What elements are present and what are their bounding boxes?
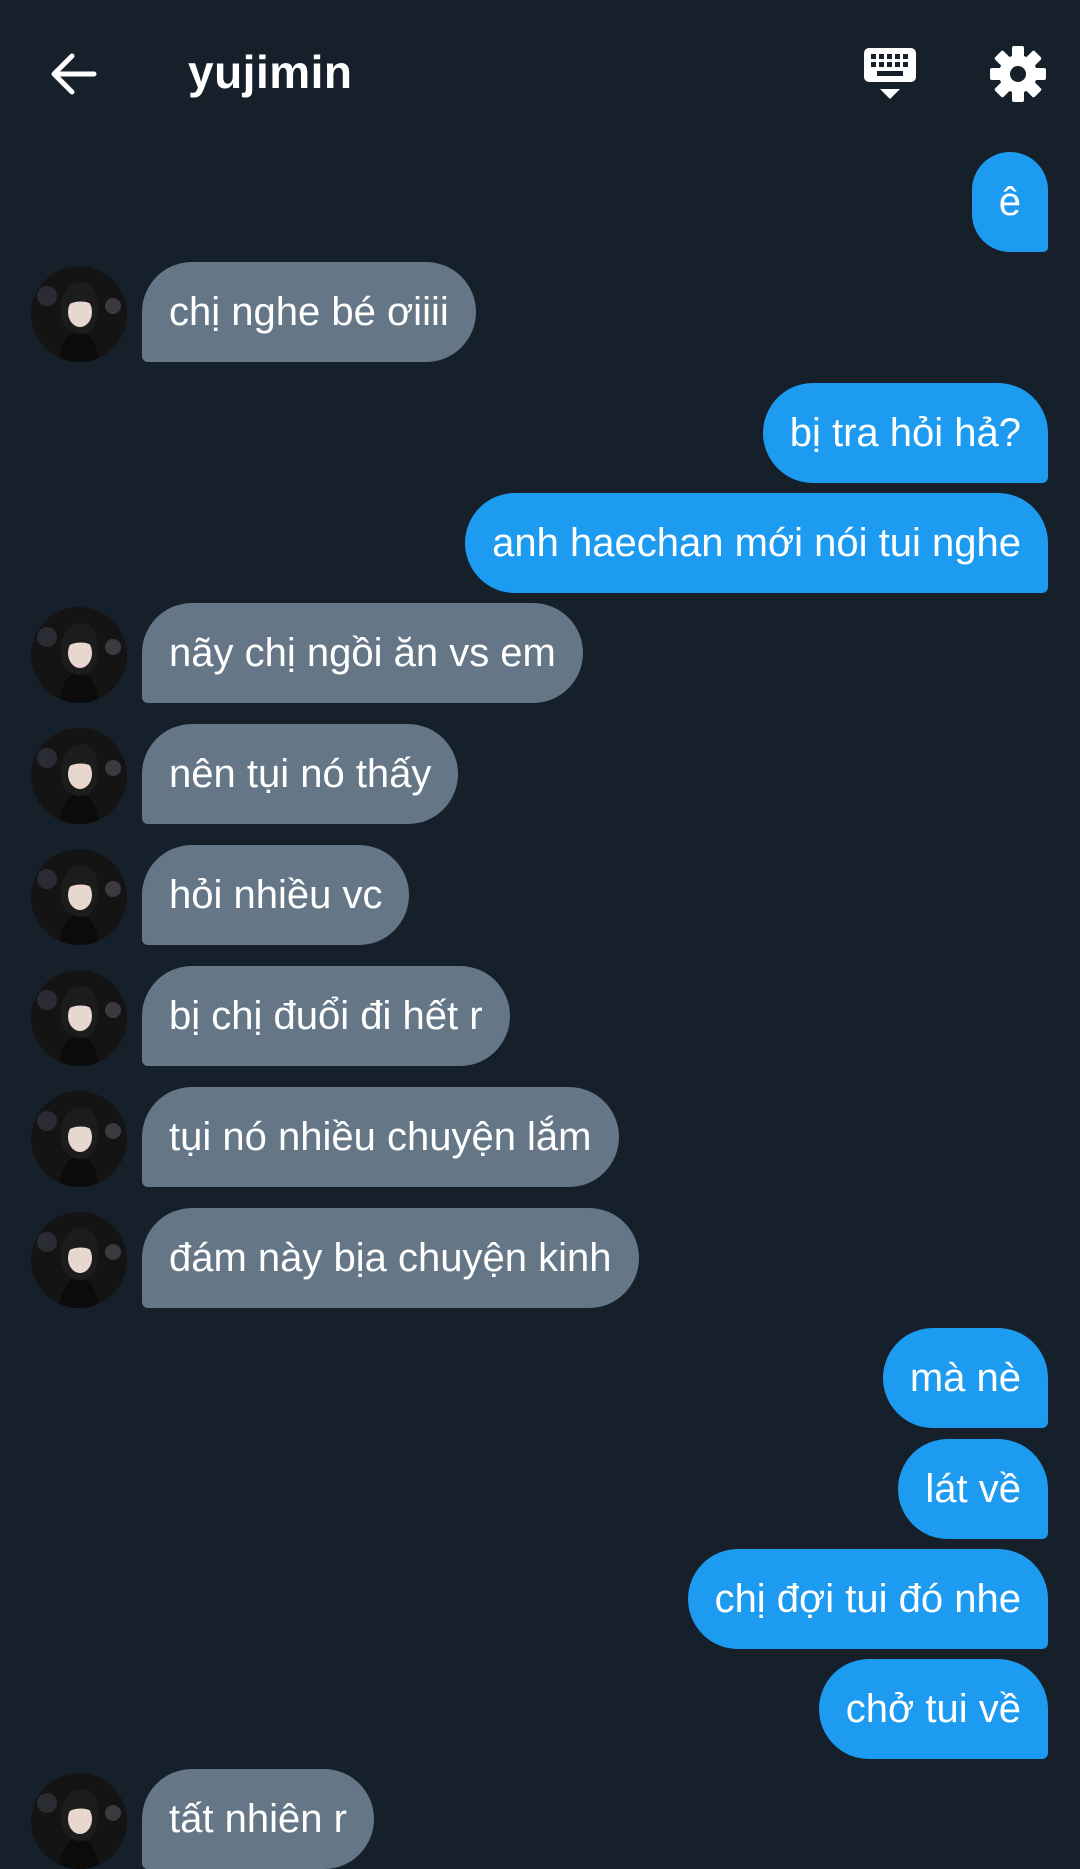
message-bubble-received[interactable]: nên tụi nó thấy bbox=[142, 724, 459, 824]
avatar[interactable] bbox=[31, 1212, 127, 1308]
message-bubble-received[interactable]: hỏi nhiều vc bbox=[142, 845, 410, 945]
chat-header: yujimin bbox=[0, 0, 1080, 140]
message-bubble-sent[interactable]: bị tra hỏi hả? bbox=[762, 383, 1048, 483]
message-bubble-received[interactable]: chị nghe bé ơiiii bbox=[142, 262, 476, 362]
gear-icon bbox=[990, 46, 1046, 102]
avatar[interactable] bbox=[31, 970, 127, 1066]
avatar[interactable] bbox=[31, 1773, 127, 1869]
message-bubble-received[interactable]: đám này bịa chuyện kinh bbox=[142, 1208, 639, 1308]
message-bubble-sent[interactable]: lát về bbox=[898, 1439, 1048, 1539]
message-bubble-received[interactable]: tất nhiên r bbox=[142, 1769, 374, 1869]
message-bubble-received[interactable]: nãy chị ngồi ăn vs em bbox=[142, 603, 583, 703]
back-button[interactable] bbox=[44, 44, 104, 104]
avatar[interactable] bbox=[31, 728, 127, 824]
message-bubble-sent[interactable]: mà nè bbox=[882, 1328, 1048, 1428]
avatar[interactable] bbox=[31, 607, 127, 703]
message-bubble-sent[interactable]: anh haechan mới nói tui nghe bbox=[465, 493, 1048, 593]
avatar[interactable] bbox=[31, 1091, 127, 1187]
message-bubble-sent[interactable]: ê bbox=[971, 152, 1048, 252]
settings-button[interactable] bbox=[988, 44, 1048, 104]
avatar[interactable] bbox=[31, 849, 127, 945]
conversation-title[interactable]: yujimin bbox=[188, 42, 353, 102]
hide-keyboard-button[interactable] bbox=[860, 44, 920, 104]
message-bubble-sent[interactable]: chị đợi tui đó nhe bbox=[687, 1549, 1048, 1649]
message-bubble-received[interactable]: tụi nó nhiều chuyện lắm bbox=[142, 1087, 619, 1187]
arrow-left-icon bbox=[51, 53, 97, 95]
message-bubble-received[interactable]: bị chị đuổi đi hết r bbox=[142, 966, 510, 1066]
message-bubble-sent[interactable]: chở tui về bbox=[818, 1659, 1048, 1759]
keyboard-hide-icon bbox=[864, 48, 916, 99]
avatar[interactable] bbox=[31, 266, 127, 362]
